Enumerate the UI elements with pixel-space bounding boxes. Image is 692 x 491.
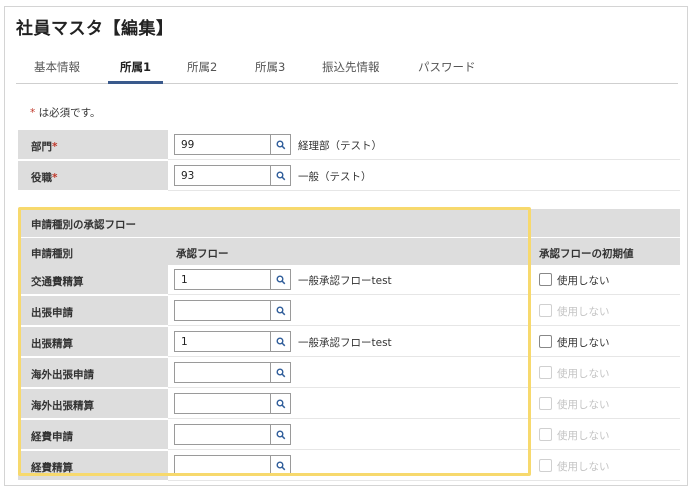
position-value-cell: 一般（テスト） [168, 161, 680, 191]
flow-name: 一般承認フローtest [298, 337, 392, 349]
use-none-checkbox[interactable] [539, 273, 552, 286]
flow-value-cell [168, 358, 531, 388]
use-none-label: 使用しない [557, 461, 610, 473]
flow-code-input[interactable] [174, 393, 270, 414]
use-none-label: 使用しない [557, 275, 610, 287]
position-code-input[interactable] [174, 165, 270, 186]
required-note-text: は必須です。 [35, 107, 101, 119]
flow-code-input[interactable] [174, 455, 270, 476]
search-icon [276, 306, 286, 316]
request-type-label: 出張申請 [18, 296, 168, 326]
search-icon [276, 275, 286, 285]
department-code-input[interactable] [174, 134, 270, 155]
use-none-label: 使用しない [557, 306, 610, 318]
department-label: 部門* [18, 130, 168, 160]
flow-value-cell: 一般承認フローtest [168, 327, 531, 357]
default-flow-cell: 使用しない [531, 296, 680, 326]
approval-row: 海外出張精算 使用しない [18, 389, 680, 419]
request-type-label: 海外出張申請 [18, 358, 168, 388]
flow-value-cell [168, 451, 531, 481]
page-title: 社員マスタ【編集】 [16, 19, 174, 39]
column-header-flow: 承認フロー [168, 237, 531, 265]
column-header-default: 承認フローの初期値 [531, 237, 680, 265]
approval-row: 出張精算 一般承認フローtest 使用しない [18, 327, 680, 357]
default-flow-cell: 使用しない [531, 265, 680, 295]
tab-basic-info[interactable]: 基本情報 [34, 59, 80, 84]
use-none-checkbox [539, 428, 552, 441]
request-type-label: 海外出張精算 [18, 389, 168, 419]
approval-row: 海外出張申請 使用しない [18, 358, 680, 388]
request-type-label: 経費精算 [18, 451, 168, 481]
use-none-checkbox [539, 366, 552, 379]
request-type-label: 経費申請 [18, 420, 168, 450]
flow-value-cell [168, 420, 531, 450]
approval-section-title: 申請種別の承認フロー [18, 209, 680, 237]
search-icon [276, 368, 286, 378]
tab-password[interactable]: パスワード [418, 59, 476, 84]
tab-affiliation-3[interactable]: 所属3 [255, 59, 285, 84]
flow-search-button[interactable] [270, 455, 291, 476]
search-icon [276, 399, 286, 409]
flow-search-button[interactable] [270, 393, 291, 414]
use-none-checkbox [539, 304, 552, 317]
approval-row: 交通費精算 一般承認フローtest 使用しない [18, 265, 680, 295]
request-type-label: 交通費精算 [18, 265, 168, 295]
department-name: 経理部（テスト） [298, 140, 382, 152]
approval-row: 経費精算 使用しない [18, 451, 680, 481]
default-flow-cell: 使用しない [531, 451, 680, 481]
default-flow-cell: 使用しない [531, 389, 680, 419]
department-row: 部門* 経理部（テスト） [18, 130, 680, 160]
flow-search-button[interactable] [270, 424, 291, 445]
default-flow-cell: 使用しない [531, 358, 680, 388]
flow-value-cell [168, 389, 531, 419]
use-none-label: 使用しない [557, 337, 610, 349]
flow-search-button[interactable] [270, 362, 291, 383]
approval-row: 出張申請 使用しない [18, 296, 680, 326]
flow-name: 一般承認フローtest [298, 275, 392, 287]
search-icon [276, 140, 286, 150]
use-none-label: 使用しない [557, 368, 610, 380]
tab-bar: 基本情報 所属1 所属2 所属3 振込先情報 パスワード [16, 50, 678, 84]
search-icon [276, 461, 286, 471]
required-note: * は必須です。 [30, 105, 101, 120]
column-header-type: 申請種別 [18, 237, 168, 265]
search-icon [276, 430, 286, 440]
flow-code-input[interactable] [174, 424, 270, 445]
flow-code-input[interactable] [174, 269, 270, 290]
default-flow-cell: 使用しない [531, 420, 680, 450]
position-name: 一般（テスト） [298, 171, 372, 183]
tab-affiliation-2[interactable]: 所属2 [187, 59, 217, 84]
tab-affiliation-1[interactable]: 所属1 [107, 59, 164, 84]
flow-code-input[interactable] [174, 331, 270, 352]
request-type-label: 出張精算 [18, 327, 168, 357]
search-icon [276, 171, 286, 181]
position-label: 役職* [18, 161, 168, 191]
flow-code-input[interactable] [174, 362, 270, 383]
use-none-checkbox [539, 459, 552, 472]
flow-value-cell: 一般承認フローtest [168, 265, 531, 295]
department-search-button[interactable] [270, 134, 291, 155]
flow-search-button[interactable] [270, 331, 291, 352]
tab-bank-info[interactable]: 振込先情報 [322, 59, 380, 84]
use-none-checkbox [539, 397, 552, 410]
search-icon [276, 337, 286, 347]
flow-search-button[interactable] [270, 300, 291, 321]
use-none-label: 使用しない [557, 399, 610, 411]
default-flow-cell: 使用しない [531, 327, 680, 357]
use-none-label: 使用しない [557, 430, 610, 442]
department-value-cell: 経理部（テスト） [168, 130, 680, 160]
approval-row: 経費申請 使用しない [18, 420, 680, 450]
flow-value-cell [168, 296, 531, 326]
use-none-checkbox[interactable] [539, 335, 552, 348]
flow-code-input[interactable] [174, 300, 270, 321]
position-search-button[interactable] [270, 165, 291, 186]
position-row: 役職* 一般（テスト） [18, 161, 680, 191]
flow-search-button[interactable] [270, 269, 291, 290]
